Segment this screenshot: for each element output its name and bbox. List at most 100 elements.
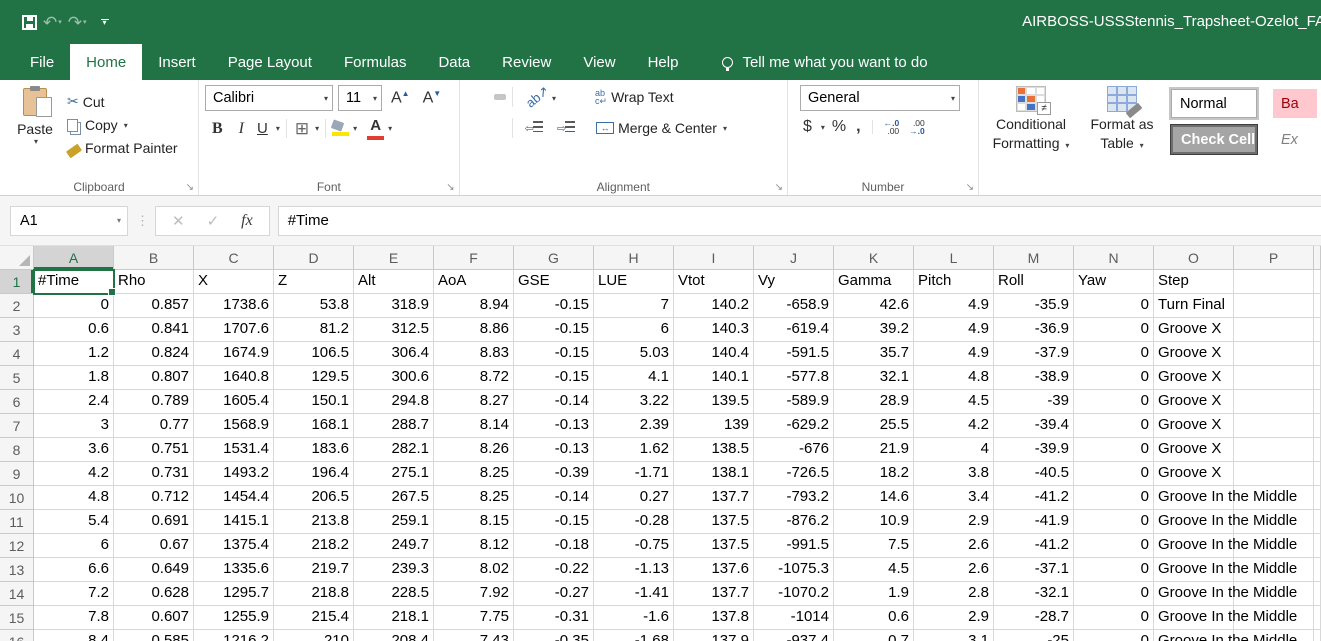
- cell-F6[interactable]: 8.27: [434, 390, 514, 414]
- cell-N2[interactable]: 0: [1074, 294, 1154, 318]
- cell-O8[interactable]: Groove X: [1154, 438, 1234, 462]
- cell-N10[interactable]: 0: [1074, 486, 1154, 510]
- cell-M9[interactable]: -40.5: [994, 462, 1074, 486]
- cell-J11[interactable]: -876.2: [754, 510, 834, 534]
- cell-K10[interactable]: 14.6: [834, 486, 914, 510]
- column-header-I[interactable]: I: [674, 246, 754, 270]
- cell-D10[interactable]: 206.5: [274, 486, 354, 510]
- cell-N14[interactable]: 0: [1074, 582, 1154, 606]
- increase-decimal-button[interactable]: ←.0.00: [881, 119, 903, 135]
- cell-A15[interactable]: 7.8: [34, 606, 114, 630]
- number-format-select[interactable]: General▾: [800, 85, 960, 111]
- italic-button[interactable]: I: [232, 120, 251, 138]
- cell-C4[interactable]: 1674.9: [194, 342, 274, 366]
- cell-N12[interactable]: 0: [1074, 534, 1154, 558]
- cell-H14[interactable]: -1.41: [594, 582, 674, 606]
- cell-L12[interactable]: 2.6: [914, 534, 994, 558]
- cell-H1[interactable]: LUE: [594, 270, 674, 294]
- cell-P7[interactable]: [1234, 414, 1314, 438]
- cell-K4[interactable]: 35.7: [834, 342, 914, 366]
- cell-I14[interactable]: 137.7: [674, 582, 754, 606]
- cell-E1[interactable]: Alt: [354, 270, 434, 294]
- cell-G14[interactable]: -0.27: [514, 582, 594, 606]
- cell-D11[interactable]: 213.8: [274, 510, 354, 534]
- alignment-dialog-launcher-icon[interactable]: ↘: [775, 182, 783, 193]
- wrap-text-button[interactable]: abc↵ Wrap Text: [592, 87, 677, 107]
- cell-D16[interactable]: 210: [274, 630, 354, 641]
- cell-partial[interactable]: [1314, 534, 1321, 558]
- tab-data[interactable]: Data: [422, 44, 486, 80]
- cell-E10[interactable]: 267.5: [354, 486, 434, 510]
- font-color-button[interactable]: A: [367, 117, 384, 140]
- cell-G5[interactable]: -0.15: [514, 366, 594, 390]
- cell-M8[interactable]: -39.9: [994, 438, 1074, 462]
- fill-color-dropdown-icon[interactable]: ▾: [353, 124, 357, 133]
- underline-dropdown-icon[interactable]: ▾: [276, 124, 280, 133]
- cell-partial[interactable]: [1314, 294, 1321, 318]
- cell-I9[interactable]: 138.1: [674, 462, 754, 486]
- cell-J14[interactable]: -1070.2: [754, 582, 834, 606]
- cell-I11[interactable]: 137.5: [674, 510, 754, 534]
- cell-F10[interactable]: 8.25: [434, 486, 514, 510]
- column-header-D[interactable]: D: [274, 246, 354, 270]
- cell-L2[interactable]: 4.9: [914, 294, 994, 318]
- cell-D14[interactable]: 218.8: [274, 582, 354, 606]
- cell-P13[interactable]: [1234, 558, 1314, 582]
- name-box-dropdown-icon[interactable]: ▾: [117, 216, 121, 225]
- tab-help[interactable]: Help: [632, 44, 695, 80]
- cell-M10[interactable]: -41.2: [994, 486, 1074, 510]
- cell-D15[interactable]: 215.4: [274, 606, 354, 630]
- align-right-button[interactable]: [494, 125, 506, 131]
- cell-M1[interactable]: Roll: [994, 270, 1074, 294]
- cell-O16[interactable]: Groove In the Middle: [1154, 630, 1234, 641]
- cell-K6[interactable]: 28.9: [834, 390, 914, 414]
- cell-partial[interactable]: [1314, 510, 1321, 534]
- cell-B11[interactable]: 0.691: [114, 510, 194, 534]
- cell-J3[interactable]: -619.4: [754, 318, 834, 342]
- cell-E6[interactable]: 294.8: [354, 390, 434, 414]
- fill-color-button[interactable]: [332, 121, 349, 136]
- column-header-E[interactable]: E: [354, 246, 434, 270]
- cell-M4[interactable]: -37.9: [994, 342, 1074, 366]
- tab-home[interactable]: Home: [70, 44, 142, 80]
- cell-C7[interactable]: 1568.9: [194, 414, 274, 438]
- cell-D4[interactable]: 106.5: [274, 342, 354, 366]
- cell-I16[interactable]: 137.9: [674, 630, 754, 641]
- cell-D6[interactable]: 150.1: [274, 390, 354, 414]
- cell-G3[interactable]: -0.15: [514, 318, 594, 342]
- cell-I4[interactable]: 140.4: [674, 342, 754, 366]
- cell-O1[interactable]: Step: [1154, 270, 1234, 294]
- cell-D12[interactable]: 218.2: [274, 534, 354, 558]
- cell-I1[interactable]: Vtot: [674, 270, 754, 294]
- cell-E8[interactable]: 282.1: [354, 438, 434, 462]
- cell-K11[interactable]: 10.9: [834, 510, 914, 534]
- cell-P4[interactable]: [1234, 342, 1314, 366]
- cell-A12[interactable]: 6: [34, 534, 114, 558]
- cell-F15[interactable]: 7.75: [434, 606, 514, 630]
- cell-I2[interactable]: 140.2: [674, 294, 754, 318]
- increase-indent-button[interactable]: ⇨: [551, 116, 581, 140]
- cell-H7[interactable]: 2.39: [594, 414, 674, 438]
- cell-C1[interactable]: X: [194, 270, 274, 294]
- cell-B13[interactable]: 0.649: [114, 558, 194, 582]
- cell-D5[interactable]: 129.5: [274, 366, 354, 390]
- cell-G6[interactable]: -0.14: [514, 390, 594, 414]
- cell-I3[interactable]: 140.3: [674, 318, 754, 342]
- align-left-button[interactable]: [466, 125, 478, 131]
- cell-O3[interactable]: Groove X: [1154, 318, 1234, 342]
- cell-A7[interactable]: 3: [34, 414, 114, 438]
- cell-O10[interactable]: Groove In the Middle: [1154, 486, 1234, 510]
- cell-O14[interactable]: Groove In the Middle: [1154, 582, 1234, 606]
- cell-N13[interactable]: 0: [1074, 558, 1154, 582]
- cell-K2[interactable]: 42.6: [834, 294, 914, 318]
- number-dialog-launcher-icon[interactable]: ↘: [966, 182, 974, 193]
- cell-F2[interactable]: 8.94: [434, 294, 514, 318]
- cell-E7[interactable]: 288.7: [354, 414, 434, 438]
- cell-J12[interactable]: -991.5: [754, 534, 834, 558]
- cell-I13[interactable]: 137.6: [674, 558, 754, 582]
- cell-J4[interactable]: -591.5: [754, 342, 834, 366]
- format-painter-button[interactable]: Format Painter: [64, 138, 181, 158]
- cell-O5[interactable]: Groove X: [1154, 366, 1234, 390]
- cell-B16[interactable]: 0.585: [114, 630, 194, 641]
- cell-C10[interactable]: 1454.4: [194, 486, 274, 510]
